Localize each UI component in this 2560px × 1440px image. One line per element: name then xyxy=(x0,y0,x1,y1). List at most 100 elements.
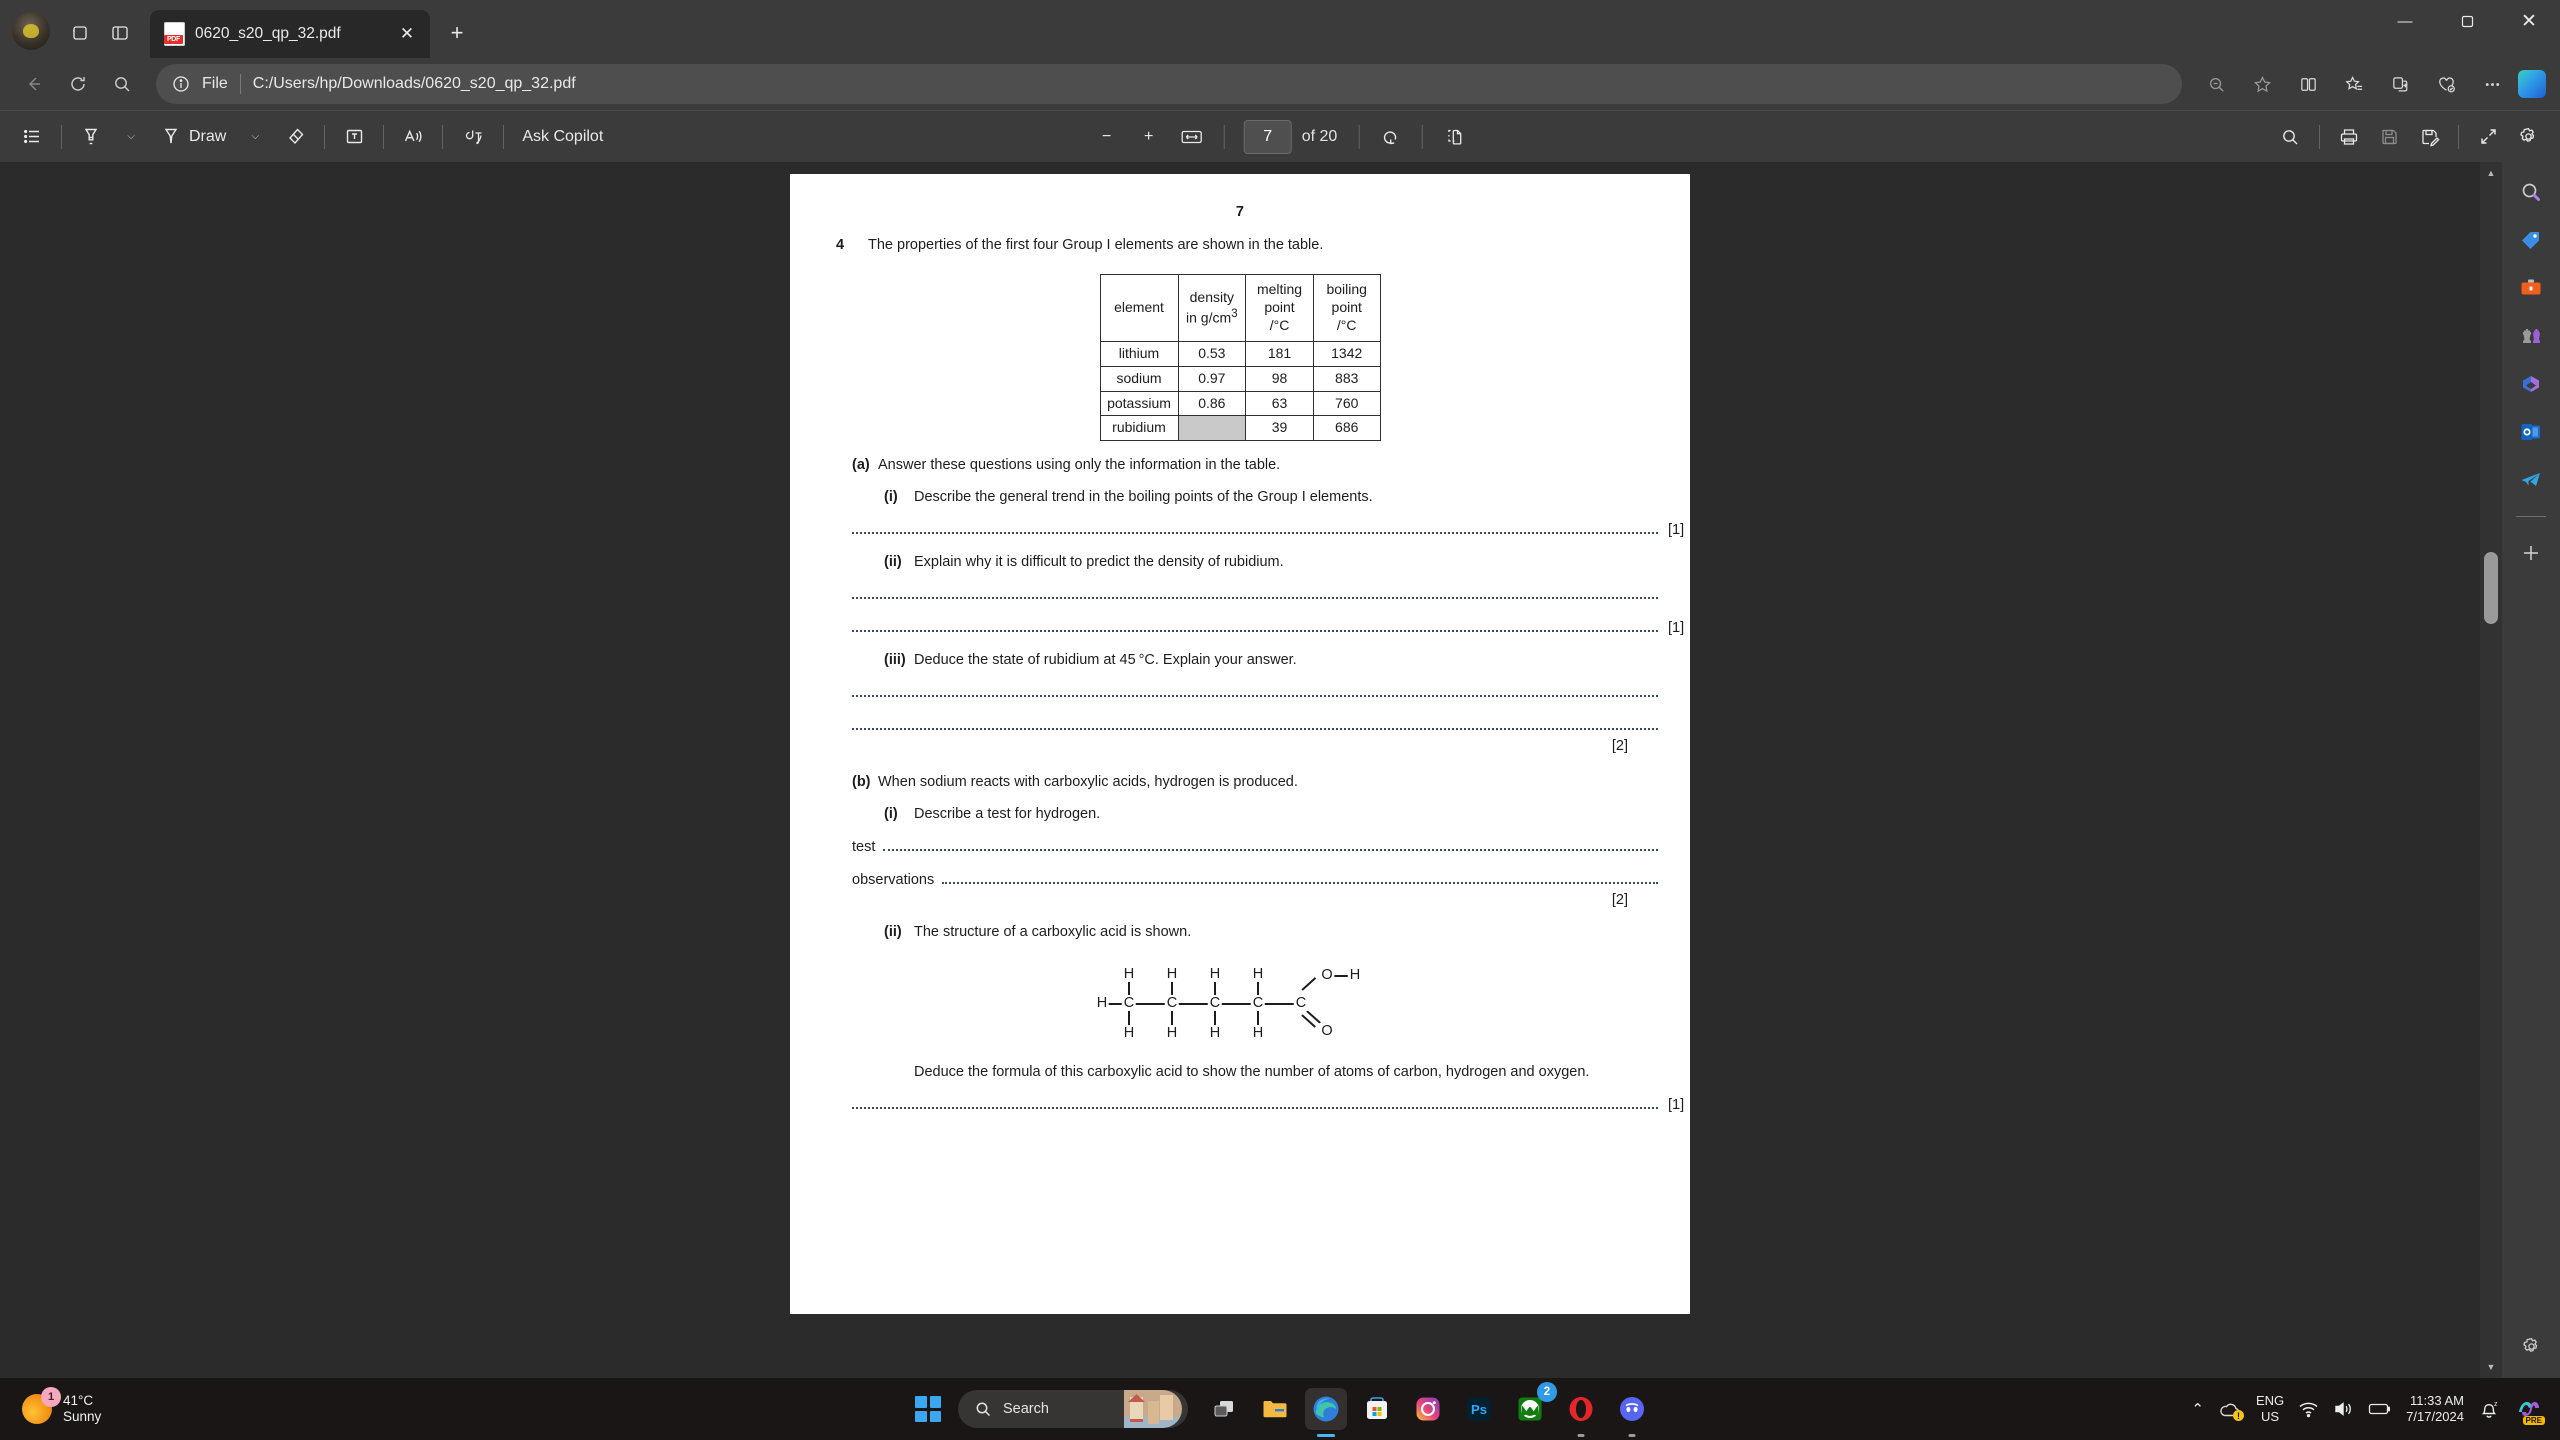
weather-widget[interactable]: 1 41°C Sunny xyxy=(0,1387,101,1426)
search-icon[interactable] xyxy=(102,64,142,104)
part-b-section: (b) When sodium reacts with carboxylic a… xyxy=(790,774,1690,822)
copilot-tray-icon[interactable]: PRE xyxy=(2514,1396,2545,1425)
ask-copilot-button[interactable]: Ask Copilot xyxy=(513,118,612,156)
browser-essentials-icon[interactable] xyxy=(2426,64,2466,104)
answer-line[interactable]: [2] xyxy=(790,685,1690,701)
sidebar-outlook-icon[interactable] xyxy=(2509,410,2553,454)
back-icon[interactable] xyxy=(14,64,54,104)
url-bar[interactable]: File C:/Users/hp/Downloads/0620_s20_qp_3… xyxy=(156,64,2182,104)
browser-tab[interactable]: 0620_s20_qp_32.pdf ✕ xyxy=(150,10,430,58)
page-view-icon[interactable] xyxy=(1433,118,1473,156)
dotted-line xyxy=(883,849,1658,852)
fit-to-width-icon[interactable] xyxy=(1171,118,1213,156)
browser-settings-more-icon[interactable] xyxy=(2472,64,2512,104)
eraser-icon[interactable] xyxy=(275,118,315,156)
clock[interactable]: 11:33 AM 7/17/2024 xyxy=(2406,1393,2464,1426)
sidebar-tools-icon[interactable] xyxy=(2509,266,2553,310)
vertical-scrollbar[interactable]: ▲ ▼ xyxy=(2480,162,2502,1378)
atom-carbon-4: C xyxy=(1250,995,1266,1012)
sidebar-microsoft365-icon[interactable] xyxy=(2509,362,2553,406)
split-screen-icon[interactable] xyxy=(2288,64,2328,104)
pdf-viewer[interactable]: 7 4 The properties of the first four Gro… xyxy=(0,162,2480,1378)
opera-button[interactable] xyxy=(1560,1388,1602,1430)
tab-split-icon[interactable] xyxy=(100,13,140,53)
marks-spacer: [1] xyxy=(1668,587,1690,603)
marks-b-ii: [1] xyxy=(1668,1097,1685,1114)
refresh-icon[interactable] xyxy=(58,64,98,104)
read-aloud-icon[interactable] xyxy=(393,118,433,156)
copilot-icon[interactable] xyxy=(2518,70,2546,98)
task-view-button[interactable] xyxy=(1203,1388,1245,1430)
sidebar-settings-icon[interactable] xyxy=(2509,1324,2553,1368)
wifi-icon[interactable] xyxy=(2298,1400,2319,1418)
answer-line[interactable]: [1] xyxy=(790,522,1690,538)
table-of-contents-icon[interactable] xyxy=(12,118,52,156)
favorites-list-icon[interactable] xyxy=(2334,64,2374,104)
toolbar-divider xyxy=(1223,124,1225,149)
volume-icon[interactable] xyxy=(2333,1400,2354,1418)
answer-line[interactable]: [1] xyxy=(790,1097,1690,1113)
part-b-row: (b) When sodium reacts with carboxylic a… xyxy=(852,774,1628,790)
gear-icon[interactable] xyxy=(2508,118,2548,156)
rotate-icon[interactable] xyxy=(1370,118,1410,156)
pdf-page: 7 4 The properties of the first four Gro… xyxy=(790,174,1690,1314)
taskbar-search[interactable]: Search xyxy=(958,1390,1188,1428)
language-indicator[interactable]: ENG US xyxy=(2256,1393,2284,1424)
zoom-out-icon[interactable] xyxy=(2196,64,2236,104)
tab-copilot-icon[interactable] xyxy=(60,13,100,53)
photoshop-button[interactable]: Ps xyxy=(1458,1388,1500,1430)
answer-line[interactable]: [1] xyxy=(790,620,1690,636)
toolbar-divider xyxy=(324,124,326,149)
new-tab-button[interactable]: + xyxy=(442,18,472,48)
instagram-button[interactable] xyxy=(1407,1388,1449,1430)
highlighter-dropdown[interactable]: ⌵ xyxy=(111,118,151,156)
sidebar-search-icon[interactable] xyxy=(2509,170,2553,214)
maximize-button[interactable] xyxy=(2436,0,2498,42)
part-a-i-row: (i) Describe the general trend in the bo… xyxy=(852,489,1628,505)
file-explorer-button[interactable] xyxy=(1254,1388,1296,1430)
observations-answer-line[interactable]: observations [2] xyxy=(790,872,1690,888)
sidebar-games-icon[interactable] xyxy=(2509,314,2553,358)
battery-icon[interactable] xyxy=(2368,1401,2392,1417)
sidebar-shopping-icon[interactable] xyxy=(2509,218,2553,262)
search-in-document-icon[interactable] xyxy=(2270,118,2310,156)
zoom-in-button[interactable]: + xyxy=(1129,118,1169,156)
toolbar-divider xyxy=(442,124,444,149)
fullscreen-icon[interactable] xyxy=(2468,118,2508,156)
window-close-button[interactable]: ✕ xyxy=(2498,0,2560,42)
sidebar-add-icon[interactable] xyxy=(2509,531,2553,575)
print-icon[interactable] xyxy=(2329,118,2369,156)
sidebar-telegram-icon[interactable] xyxy=(2509,458,2553,502)
answer-line[interactable]: [1] xyxy=(790,587,1690,603)
translate-icon[interactable] xyxy=(452,118,494,156)
zoom-out-button[interactable]: − xyxy=(1087,118,1127,156)
edge-browser-button[interactable] xyxy=(1305,1388,1347,1430)
test-answer-line[interactable]: test [2] xyxy=(790,839,1690,855)
part-a-label: (a) xyxy=(852,457,870,474)
notification-bell-icon[interactable]: z xyxy=(2478,1399,2500,1419)
text-box-icon[interactable] xyxy=(334,118,374,156)
cell-element: rubidium xyxy=(1099,415,1179,442)
discord-button[interactable] xyxy=(1611,1388,1653,1430)
scroll-up-icon[interactable]: ▲ xyxy=(2480,162,2502,184)
save-as-icon[interactable] xyxy=(2409,118,2449,156)
draw-button[interactable]: Draw xyxy=(151,118,235,156)
sun-icon: 1 xyxy=(22,1387,61,1424)
answer-line[interactable]: [2] xyxy=(790,718,1690,734)
minimize-button[interactable]: — xyxy=(2374,0,2436,42)
page-number-input[interactable]: 7 xyxy=(1243,119,1292,154)
tray-expand-icon[interactable]: ⌃ xyxy=(2191,1400,2204,1418)
profile-avatar[interactable] xyxy=(12,12,50,50)
scrollbar-thumb[interactable] xyxy=(2484,552,2498,624)
microsoft-store-button[interactable] xyxy=(1356,1388,1398,1430)
onedrive-icon[interactable]: ! xyxy=(2218,1399,2244,1421)
cell-melting: 63 xyxy=(1245,390,1314,417)
collections-icon[interactable] xyxy=(2380,64,2420,104)
start-button[interactable] xyxy=(907,1388,949,1430)
close-icon[interactable]: ✕ xyxy=(392,19,422,49)
highlighter-icon[interactable] xyxy=(71,118,111,156)
scroll-down-icon[interactable]: ▼ xyxy=(2480,1356,2502,1378)
favorite-star-icon[interactable] xyxy=(2242,64,2282,104)
draw-dropdown[interactable]: ⌵ xyxy=(235,118,275,156)
xbox-button[interactable]: 2 xyxy=(1509,1382,1557,1430)
